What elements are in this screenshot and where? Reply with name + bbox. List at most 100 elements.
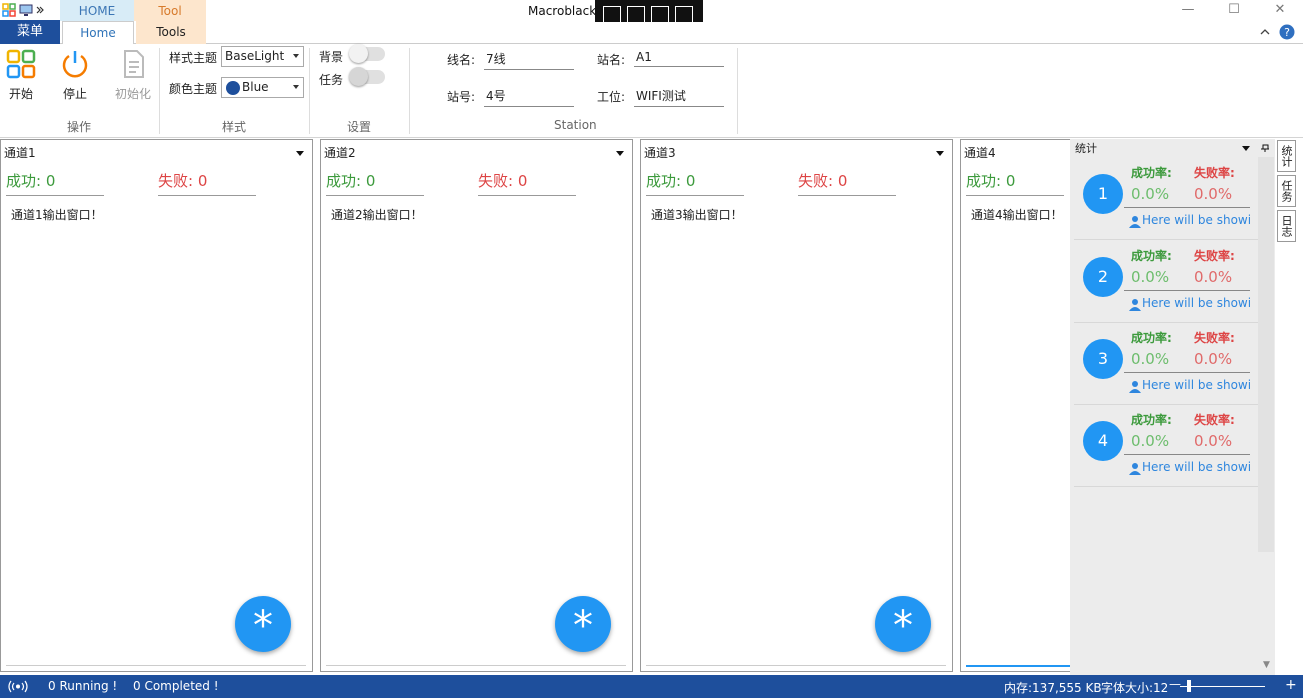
document-icon — [124, 50, 144, 78]
side-tab-tasks[interactable]: 任务 — [1277, 175, 1296, 207]
site-name-field[interactable]: A1 — [634, 48, 724, 67]
theme-select-value: BaseLight — [225, 49, 285, 63]
tab-tools[interactable]: Tools — [136, 21, 206, 44]
input-line[interactable] — [326, 665, 626, 666]
station-number-label: 站号: — [447, 90, 476, 104]
workstation-field[interactable]: WIFI测试 — [634, 85, 724, 107]
color-swatch-icon — [226, 81, 240, 95]
running-status: 0 Running ! — [48, 679, 118, 693]
customize-qa-icon[interactable] — [36, 3, 44, 17]
channel-title: 通道3 — [644, 146, 676, 160]
side-tab-stats[interactable]: 统计 — [1277, 140, 1296, 172]
status-hint: Here will be showing — [1142, 460, 1252, 474]
close-button[interactable]: ✕ — [1257, 0, 1303, 22]
tab-home[interactable]: Home — [62, 21, 134, 45]
app-grid-icon[interactable] — [2, 3, 16, 17]
stop-button[interactable]: 停止 — [58, 48, 92, 102]
group-label-station: Station — [554, 118, 597, 132]
theme-select[interactable]: BaseLight — [221, 46, 304, 67]
line-name-field[interactable]: 7线 — [484, 48, 574, 70]
side-tab-logs[interactable]: 日志 — [1277, 210, 1296, 242]
help-icon[interactable]: ? — [1279, 24, 1295, 40]
fail-rate-label: 失败率: — [1194, 413, 1235, 427]
chevron-down-icon — [293, 54, 299, 58]
ribbon-panel: 开始 停止 初始化 操作 样式主题 BaseLight 颜色主题 Blue 样式… — [0, 44, 1303, 138]
channel-number-badge: 2 — [1083, 257, 1123, 297]
workstation-label: 工位: — [597, 90, 626, 104]
menu-button[interactable]: 菜单 — [0, 20, 60, 44]
fail-rate-label: 失败率: — [1194, 166, 1235, 180]
user-icon — [1129, 463, 1141, 475]
channel-title: 通道1 — [4, 146, 36, 160]
group-divider — [409, 48, 410, 134]
line-name-label: 线名: — [447, 53, 476, 67]
context-label-tool: Tool — [134, 0, 206, 21]
fail-rate-value: 0.0% — [1194, 432, 1233, 450]
channel-panel-4: 通道4 成功: 0 通道4输出窗口！ — [960, 139, 1072, 672]
channel-panel-2: 通道2 成功: 0 失败: 0 通道2输出窗口！ * — [320, 139, 633, 672]
group-divider — [737, 48, 738, 134]
success-rate-value: 0.0% — [1131, 268, 1170, 286]
input-line[interactable] — [6, 665, 306, 666]
settings-fab-button[interactable]: * — [555, 596, 611, 652]
task-label: 任务 — [319, 73, 344, 87]
monitor-icon[interactable] — [19, 3, 33, 17]
fail-rate-value: 0.0% — [1194, 268, 1233, 286]
font-size-slider[interactable] — [1180, 686, 1265, 687]
pin-icon[interactable] — [1260, 143, 1270, 153]
group-divider — [159, 48, 160, 134]
stats-scrollbar[interactable] — [1258, 157, 1274, 552]
window-controls: — ☐ ✕ — [1165, 0, 1303, 22]
slider-thumb[interactable] — [1187, 680, 1191, 692]
chevron-down-icon[interactable] — [1242, 146, 1250, 151]
input-line[interactable] — [646, 665, 946, 666]
user-icon — [1129, 299, 1141, 311]
station-number-field[interactable]: 4号 — [484, 85, 574, 107]
quick-access-toolbar — [2, 3, 44, 17]
success-rate-label: 成功率: — [1131, 166, 1172, 180]
minimize-button[interactable]: — — [1165, 0, 1211, 22]
stats-card-2: 2 成功率: 失败率: 0.0% 0.0% Here will be showi… — [1074, 241, 1258, 323]
chevron-down-icon[interactable] — [616, 151, 624, 156]
chevron-down-icon[interactable] — [936, 151, 944, 156]
success-count: 成功: 0 — [326, 170, 424, 196]
channel-title: 通道4 — [964, 146, 996, 160]
settings-fab-button[interactable]: * — [235, 596, 291, 652]
collapse-ribbon-icon[interactable] — [1259, 27, 1271, 37]
settings-fab-button[interactable]: * — [875, 596, 931, 652]
fail-count: 失败: 0 — [798, 170, 896, 196]
scroll-down-icon[interactable]: ▼ — [1263, 660, 1270, 670]
output-text: 通道2输出窗口！ — [331, 208, 423, 222]
svg-text:?: ? — [1284, 26, 1290, 39]
status-hint: Here will be showing — [1142, 296, 1252, 310]
fail-rate-value: 0.0% — [1194, 185, 1233, 203]
group-label-settings: 设置 — [347, 120, 372, 134]
success-count: 成功: 0 — [6, 170, 104, 196]
user-icon — [1129, 381, 1141, 393]
maximize-button[interactable]: ☐ — [1211, 0, 1257, 22]
chevron-down-icon[interactable] — [296, 151, 304, 156]
start-grid-icon — [6, 49, 36, 79]
group-label-style: 样式 — [222, 120, 247, 134]
input-line[interactable] — [966, 665, 1071, 667]
output-text: 通道4输出窗口！ — [971, 208, 1063, 222]
success-count: 成功: 0 — [646, 170, 744, 196]
stop-label: 停止 — [62, 87, 87, 101]
start-label: 开始 — [8, 87, 33, 101]
zoom-in-button[interactable]: + — [1285, 677, 1297, 693]
status-bar: 0 Running ! 0 Completed ! 内存:137,555 KB … — [0, 675, 1303, 698]
fail-rate-label: 失败率: — [1194, 249, 1235, 263]
power-icon — [62, 51, 88, 78]
divider — [1124, 290, 1250, 291]
background-toggle[interactable] — [349, 44, 385, 63]
channel-panel-1: 通道1 成功: 0 失败: 0 通道1输出窗口！ * — [0, 139, 313, 672]
init-label: 初始化 — [114, 87, 151, 101]
zoom-out-button[interactable]: — — [1169, 677, 1181, 691]
color-select[interactable]: Blue — [221, 77, 304, 98]
toggle-knob — [349, 44, 368, 63]
completed-status: 0 Completed ! — [133, 679, 219, 693]
site-name-label: 站名: — [597, 53, 626, 67]
start-button[interactable]: 开始 — [4, 48, 38, 102]
task-toggle[interactable] — [349, 67, 385, 86]
init-button[interactable]: 初始化 — [112, 48, 154, 102]
